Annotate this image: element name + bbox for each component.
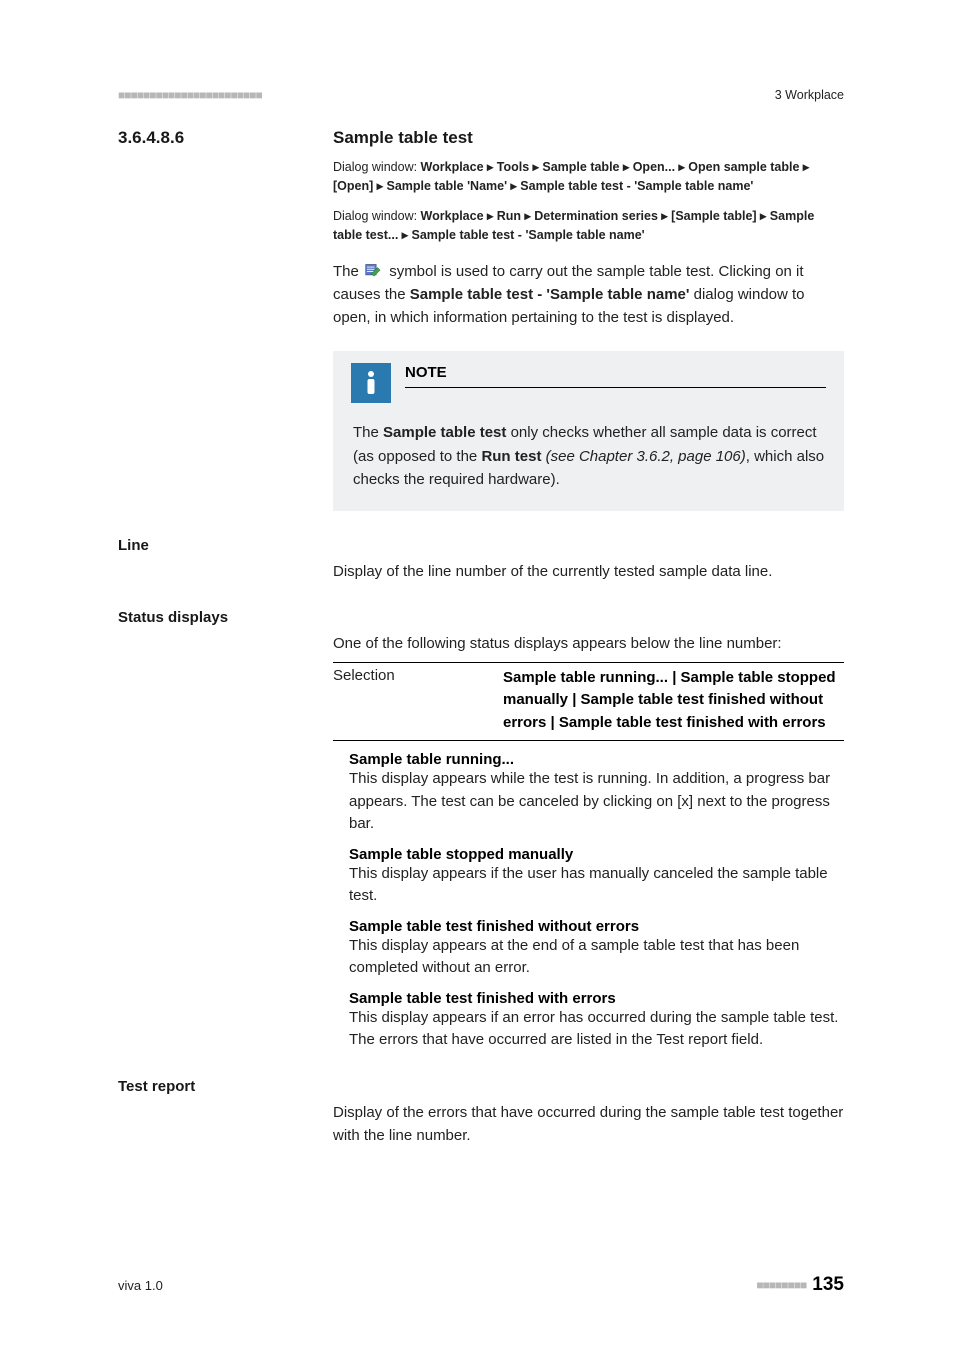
dialog2-prefix: Dialog window:	[333, 209, 421, 223]
header-chapter: 3 Workplace	[775, 88, 844, 102]
line-text: Display of the line number of the curren…	[333, 560, 844, 583]
section-number: 3.6.4.8.6	[118, 128, 293, 148]
note-pre: The	[353, 424, 383, 441]
intro-paragraph: The symbol is used to carry out the samp…	[333, 260, 844, 330]
status-heading: Status displays	[118, 609, 844, 626]
status-item-0-body: This display appears while the test is r…	[349, 768, 844, 836]
footer-left: viva 1.0	[118, 1278, 163, 1293]
footer-marks: ■■■■■■■■	[756, 1278, 806, 1292]
note-b1: Sample table test	[383, 424, 506, 441]
status-item-3-title: Sample table test finished with errors	[349, 990, 844, 1007]
header-marks: ■■■■■■■■■■■■■■■■■■■■■■■	[118, 88, 262, 102]
status-item-1: Sample table stopped manually This displ…	[333, 846, 844, 908]
status-item-3-pre: This display appears if an error has occ…	[349, 1009, 838, 1049]
status-item-2-title: Sample table test finished without error…	[349, 918, 844, 935]
selection-table: Selection Sample table running... | Samp…	[333, 662, 844, 742]
page-number: 135	[812, 1274, 844, 1296]
status-item-3-bold: Test report	[656, 1031, 727, 1048]
section-title: Sample table test	[333, 128, 473, 148]
dialog1-prefix: Dialog window:	[333, 160, 421, 174]
status-item-3-post: field.	[727, 1031, 763, 1048]
status-item-2: Sample table test finished without error…	[333, 918, 844, 980]
note-b2: Run test	[481, 448, 541, 465]
note-box: NOTE The Sample table test only checks w…	[333, 351, 844, 511]
dialog-path-1: Dialog window: Workplace ▸ Tools ▸ Sampl…	[333, 158, 844, 197]
line-heading: Line	[118, 537, 844, 554]
dialog-path-2: Dialog window: Workplace ▸ Run ▸ Determi…	[333, 207, 844, 246]
intro-pre: The	[333, 263, 363, 280]
note-ital: (see Chapter 3.6.2, page 106)	[541, 448, 745, 465]
selection-label: Selection	[333, 667, 503, 735]
testreport-text: Display of the errors that have occurred…	[333, 1101, 844, 1148]
status-item-2-body: This display appears at the end of a sam…	[349, 935, 844, 980]
selection-value: Sample table running... | Sample table s…	[503, 667, 844, 735]
status-item-0-title: Sample table running...	[349, 751, 844, 768]
page-footer: viva 1.0 ■■■■■■■■ 135	[118, 1274, 844, 1296]
status-item-3: Sample table test finished with errors T…	[333, 990, 844, 1052]
sample-table-test-icon	[365, 262, 383, 276]
status-item-3-body: This display appears if an error has occ…	[349, 1007, 844, 1052]
testreport-heading: Test report	[118, 1078, 844, 1095]
status-item-1-title: Sample table stopped manually	[349, 846, 844, 863]
intro-bold: Sample table test - 'Sample table name'	[410, 286, 690, 303]
section-heading-row: 3.6.4.8.6 Sample table test	[118, 128, 844, 148]
status-item-0: Sample table running... This display app…	[333, 751, 844, 836]
status-item-1-body: This display appears if the user has man…	[349, 863, 844, 908]
page-header: ■■■■■■■■■■■■■■■■■■■■■■■ 3 Workplace	[118, 88, 844, 102]
note-title: NOTE	[405, 364, 826, 388]
note-icon	[351, 363, 391, 403]
note-body: The Sample table test only checks whethe…	[351, 421, 826, 491]
status-intro: One of the following status displays app…	[333, 632, 844, 655]
